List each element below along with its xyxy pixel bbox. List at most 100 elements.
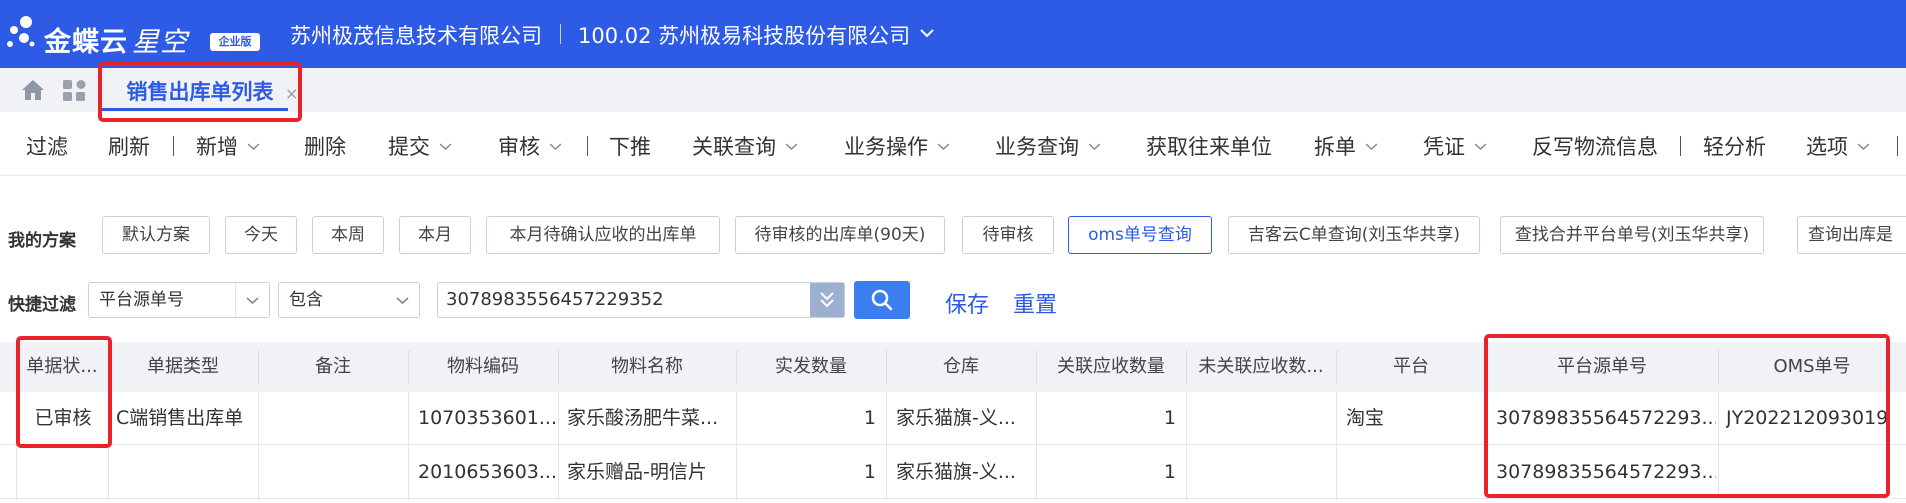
cell-material-code[interactable]: 1070353601...	[418, 392, 556, 445]
cell-material-code[interactable]: 2010653603...	[418, 446, 556, 499]
cell-type[interactable]: C端销售出库单	[116, 392, 256, 445]
chevron-down-icon	[1366, 142, 1377, 150]
push-down-button[interactable]: 下推	[609, 131, 651, 161]
toolbar-divider	[1897, 136, 1898, 156]
chevron-down-icon	[246, 297, 259, 305]
cell-type[interactable]	[116, 446, 256, 499]
scheme-this-month[interactable]: 本月	[399, 216, 471, 254]
chevron-down-icon	[1089, 142, 1100, 150]
column-header-remark[interactable]: 备注	[258, 342, 408, 392]
column-header-quantity[interactable]: 实发数量	[736, 342, 886, 392]
my-schemes-label: 我的方案	[8, 231, 76, 251]
expand-options-button[interactable]	[810, 283, 844, 317]
quick-filter-label: 快捷过滤	[8, 295, 76, 315]
logo[interactable]: 金蝶云 星空 企业版	[0, 8, 260, 60]
cell-warehouse[interactable]: 家乐猫旗-义...	[896, 446, 1034, 499]
cell-quantity[interactable]: 1	[740, 392, 876, 445]
column-header-unlinked-qty[interactable]: 未关联应收数...	[1186, 342, 1336, 392]
scheme-pending-audit-90[interactable]: 待审核的出库单(90天)	[735, 216, 945, 254]
scheme-today[interactable]: 今天	[225, 216, 297, 254]
filter-field-select[interactable]: 平台源单号	[88, 282, 270, 318]
filter-field-value: 平台源单号	[99, 290, 184, 310]
cell-material-name[interactable]: 家乐酸汤肥牛菜...	[567, 392, 733, 445]
voucher-button[interactable]: 凭证	[1423, 131, 1486, 161]
column-divider	[1036, 392, 1037, 500]
filter-value-input[interactable]: 307898355645722935​2	[437, 282, 845, 318]
scheme-this-week[interactable]: 本周	[312, 216, 384, 254]
column-divider	[1336, 392, 1337, 500]
filter-button[interactable]: 过滤	[26, 131, 68, 161]
search-button[interactable]	[854, 281, 910, 319]
light-analysis-button[interactable]: 轻分析	[1703, 131, 1766, 161]
column-header-warehouse[interactable]: 仓库	[886, 342, 1036, 392]
cell-linked-qty[interactable]: 1	[1040, 446, 1176, 499]
highlight-box-tab	[98, 62, 302, 122]
cell-unlinked-qty[interactable]	[1196, 446, 1334, 499]
scheme-merge-platform[interactable]: 查找合并平台单号(刘玉华共享)	[1500, 216, 1764, 254]
related-query-button[interactable]: 关联查询	[692, 131, 797, 161]
write-back-logistics-button[interactable]: 反写物流信息	[1532, 131, 1658, 161]
delete-button[interactable]: 删除	[304, 131, 346, 161]
chevron-down-icon	[440, 142, 451, 150]
cell-unlinked-qty[interactable]	[1196, 392, 1334, 445]
column-header-type[interactable]: 单据类型	[108, 342, 258, 392]
scheme-jky-c-query[interactable]: 吉客云C单查询(刘玉华共享)	[1228, 216, 1480, 254]
business-operation-button[interactable]: 业务操作	[844, 131, 949, 161]
scheme-outbound-query[interactable]: 查询出库是	[1797, 216, 1906, 254]
filter-operator-select[interactable]: 包含	[278, 282, 420, 318]
chevron-down-icon[interactable]	[920, 26, 934, 40]
get-partner-button[interactable]: 获取往来单位	[1146, 131, 1272, 161]
cell-remark[interactable]	[266, 392, 406, 445]
cell-status[interactable]	[22, 446, 104, 499]
refresh-button[interactable]: 刷新	[108, 131, 150, 161]
column-divider	[736, 392, 737, 500]
toolbar-divider	[1680, 136, 1681, 156]
cell-remark[interactable]	[266, 446, 406, 499]
chevron-down-icon	[248, 142, 259, 150]
chevron-down-icon	[786, 142, 797, 150]
toolbar-divider	[587, 136, 588, 156]
column-header-linked-qty[interactable]: 关联应收数量	[1036, 342, 1186, 392]
filter-operator-value: 包含	[289, 290, 323, 310]
filter-value-text: 307898355645722935​2	[446, 289, 664, 310]
cell-material-name[interactable]: 家乐赠品-明信片	[567, 446, 733, 499]
column-divider	[1186, 392, 1187, 500]
cell-linked-qty[interactable]: 1	[1040, 392, 1176, 445]
chevron-down-icon	[550, 142, 561, 150]
column-divider	[408, 392, 409, 500]
double-chevron-down-icon	[820, 292, 834, 308]
apps-grid-icon[interactable]	[62, 79, 88, 103]
column-header-material-name[interactable]: 物料名称	[558, 342, 736, 392]
highlight-box-order-numbers	[1484, 334, 1890, 498]
scheme-pending-receivable[interactable]: 本月待确认应收的出库单	[486, 216, 720, 254]
reset-filter-link[interactable]: 重置	[1013, 287, 1057, 319]
org-selector[interactable]: 100.02 苏州极易科技股份有限公司	[578, 20, 910, 50]
column-divider	[558, 392, 559, 500]
cell-platform[interactable]	[1346, 446, 1484, 499]
home-icon[interactable]	[20, 78, 46, 102]
submit-button[interactable]: 提交	[388, 131, 451, 161]
audit-button[interactable]: 审核	[498, 131, 561, 161]
cell-quantity[interactable]: 1	[740, 446, 876, 499]
add-button[interactable]: 新增	[196, 131, 259, 161]
cell-warehouse[interactable]: 家乐猫旗-义...	[896, 392, 1034, 445]
company-name: 苏州极茂信息技术有限公司	[290, 24, 542, 48]
business-query-button[interactable]: 业务查询	[995, 131, 1100, 161]
chevron-down-icon	[1858, 142, 1869, 150]
chevron-down-icon	[396, 297, 409, 305]
column-header-platform[interactable]: 平台	[1336, 342, 1486, 392]
logo-dots-icon	[7, 16, 35, 47]
search-icon	[871, 289, 893, 311]
toolbar-divider	[173, 136, 174, 156]
cell-platform[interactable]: 淘宝	[1346, 392, 1484, 445]
scheme-oms-query[interactable]: oms单号查询	[1068, 216, 1212, 254]
column-divider	[886, 392, 887, 500]
header-divider	[560, 24, 561, 44]
split-order-button[interactable]: 拆单	[1314, 131, 1377, 161]
column-header-material-code[interactable]: 物料编码	[408, 342, 558, 392]
scheme-pending-audit[interactable]: 待审核	[962, 216, 1054, 254]
options-button[interactable]: 选项	[1806, 131, 1869, 161]
save-filter-link[interactable]: 保存	[945, 287, 989, 319]
scheme-default[interactable]: 默认方案	[102, 216, 210, 254]
edition-badge: 企业版	[210, 33, 260, 51]
